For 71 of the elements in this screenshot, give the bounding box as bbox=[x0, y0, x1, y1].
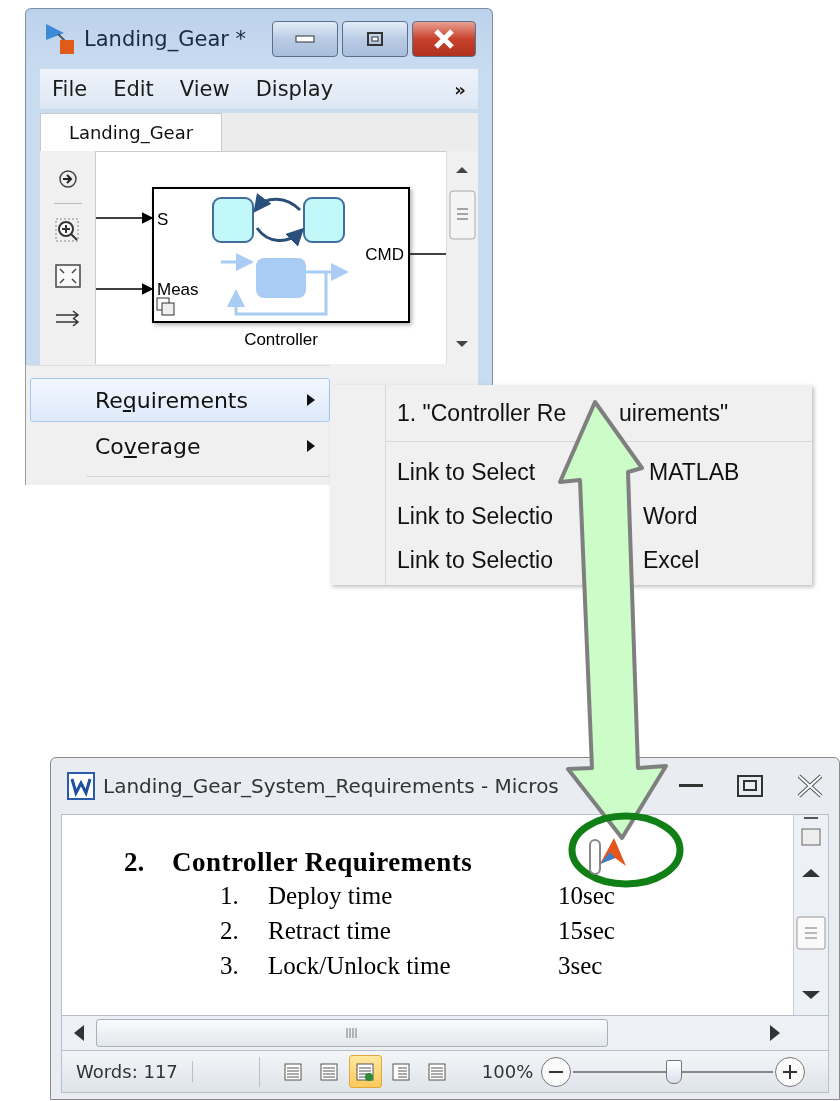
menu-item-text[interactable]: Link to Selectio bbox=[397, 502, 553, 530]
grip-icon bbox=[346, 1028, 358, 1038]
subsystem-icon bbox=[156, 297, 175, 316]
list-number: 3. bbox=[220, 951, 240, 980]
minus-icon bbox=[549, 1070, 564, 1073]
zoom-out-button[interactable] bbox=[541, 1056, 572, 1087]
view-icon bbox=[355, 1061, 376, 1082]
minimize-icon bbox=[295, 35, 315, 43]
requirement-value: 10sec bbox=[558, 881, 616, 910]
requirement-value: 3sec bbox=[558, 951, 604, 980]
plus-icon bbox=[783, 1064, 798, 1079]
signal-line bbox=[408, 253, 446, 255]
minimize-icon[interactable] bbox=[679, 784, 703, 788]
submenu-arrow-icon bbox=[307, 440, 315, 452]
menu-overflow[interactable]: » bbox=[454, 78, 466, 100]
word-count: Words: 117 bbox=[62, 1061, 193, 1082]
block-name: Controller bbox=[244, 330, 318, 349]
menu-item[interactable]: Display bbox=[255, 77, 334, 101]
zoom-icon[interactable] bbox=[54, 218, 81, 244]
requirement-name: Lock/Unlock time bbox=[268, 951, 452, 980]
state-chart-icon bbox=[212, 193, 345, 247]
port-label: S bbox=[157, 210, 169, 229]
minimize-button[interactable] bbox=[272, 21, 338, 57]
menu-item[interactable]: View bbox=[179, 77, 230, 101]
menu-item-text[interactable]: MATLAB bbox=[649, 458, 740, 486]
menu-item-text[interactable]: Excel bbox=[643, 546, 700, 574]
view-icon bbox=[391, 1061, 412, 1082]
requirement-value: 15sec bbox=[558, 916, 616, 945]
menu-item-text[interactable]: uirements" bbox=[619, 399, 729, 427]
maximize-button[interactable] bbox=[342, 21, 408, 57]
signal-flow-icon bbox=[221, 253, 349, 316]
menu-item-text[interactable]: 1. "Controller Re bbox=[397, 399, 567, 427]
menu-item-text[interactable]: Link to Selectio bbox=[397, 546, 553, 574]
maximize-icon[interactable] bbox=[737, 775, 763, 797]
submenu-arrow-icon bbox=[307, 394, 315, 406]
view-icon bbox=[283, 1061, 304, 1082]
window-title: Landing_Gear * bbox=[84, 27, 247, 51]
heading-number: 2. bbox=[124, 847, 146, 878]
menu-item[interactable]: Coverage bbox=[30, 424, 330, 468]
signal-line bbox=[96, 212, 154, 224]
signal-line bbox=[96, 283, 154, 295]
zoom-in-button[interactable] bbox=[775, 1056, 806, 1087]
port-label: Meas bbox=[157, 280, 199, 299]
menu-item[interactable]: File bbox=[52, 77, 88, 101]
document-app-icon bbox=[67, 772, 95, 800]
heading: Controller Requirements bbox=[172, 847, 473, 878]
menu-item[interactable]: Edit bbox=[113, 77, 154, 101]
fit-view-icon[interactable] bbox=[54, 264, 81, 288]
slider-thumb[interactable] bbox=[666, 1059, 683, 1084]
list-number: 1. bbox=[220, 881, 240, 910]
requirement-name: Deploy time bbox=[268, 881, 394, 910]
close-icon bbox=[433, 29, 455, 49]
port-label: CMD bbox=[365, 245, 404, 264]
menu-item[interactable]: Requirements bbox=[30, 378, 330, 422]
zoom-percent: 100% bbox=[481, 1061, 534, 1082]
model-tab[interactable]: Landing_Gear bbox=[40, 113, 222, 151]
view-button[interactable] bbox=[348, 1055, 382, 1088]
view-icon bbox=[319, 1061, 340, 1082]
view-icon bbox=[427, 1061, 448, 1082]
requirement-name: Retract time bbox=[268, 916, 392, 945]
list-number: 2. bbox=[220, 916, 240, 945]
window-title: Landing_Gear_System_Requirements - Micros bbox=[103, 774, 559, 798]
link-marker-icon bbox=[589, 838, 626, 875]
arrows-icon[interactable] bbox=[54, 310, 81, 328]
menu-item-text[interactable]: Link to Select bbox=[397, 458, 536, 486]
maximize-icon bbox=[367, 32, 383, 46]
menu-item-text[interactable]: Word bbox=[643, 502, 698, 530]
close-icon[interactable] bbox=[797, 774, 823, 798]
navigate-icon[interactable] bbox=[57, 169, 78, 189]
close-button[interactable] bbox=[412, 21, 476, 57]
horizontal-scrollbar[interactable] bbox=[61, 1016, 829, 1051]
